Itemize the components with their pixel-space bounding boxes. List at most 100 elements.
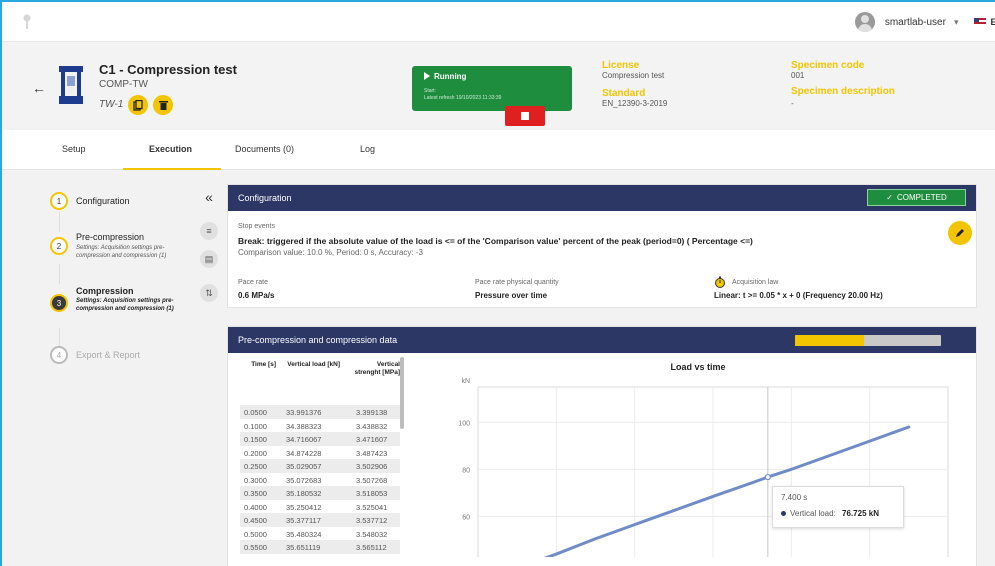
play-icon xyxy=(424,72,430,80)
test-code: COMP-TW xyxy=(99,79,148,90)
column-header-vertical-strength[interactable]: Vertical strenght [MPa] xyxy=(350,361,401,377)
tab-execution[interactable]: Execution xyxy=(149,144,192,154)
copy-button[interactable] xyxy=(128,95,148,115)
step-number: 2 xyxy=(50,237,68,255)
step-connector xyxy=(59,212,60,232)
specimen-code-value: 001 xyxy=(791,71,805,80)
sort-icon[interactable]: ⇅ xyxy=(200,284,218,302)
step-connector xyxy=(59,328,60,348)
chart-tooltip: 7.400 s Vertical load: 76.725 kN xyxy=(772,486,904,528)
stop-icon xyxy=(521,112,529,120)
standard-value: EN_12390-3-2019 xyxy=(602,99,668,108)
pace-qty-value: Pressure over time xyxy=(475,291,548,300)
license-label: License xyxy=(602,60,640,71)
trash-icon xyxy=(158,101,168,110)
cell-vertical-strength: 3.399138 xyxy=(356,408,388,417)
table-row[interactable]: 0.1500 34.716067 3.471607 xyxy=(240,432,400,446)
run-status: Running xyxy=(424,72,466,81)
tab-documents[interactable]: Documents (0) xyxy=(235,144,294,154)
pace-qty-label: Pace rate physical quantity xyxy=(475,279,559,286)
table-row[interactable]: 0.5000 35.480324 3.548032 xyxy=(240,527,400,541)
delete-button[interactable] xyxy=(153,95,173,115)
data-point xyxy=(673,509,675,512)
press-machine-thumbnail xyxy=(59,66,83,104)
cell-time: 0.1000 xyxy=(244,421,267,431)
back-arrow-icon[interactable]: ← xyxy=(32,80,46,96)
table-row[interactable]: 0.3000 35.072683 3.507268 xyxy=(240,473,400,487)
table-row[interactable]: 0.2500 35.029057 3.502906 xyxy=(240,459,400,473)
pace-rate-label: Pace rate xyxy=(238,279,268,286)
cell-vertical-strength: 3.502906 xyxy=(356,462,388,471)
cell-time: 0.4000 xyxy=(244,502,267,512)
data-point xyxy=(790,468,792,470)
panel-header: Configuration ✓ COMPLETED xyxy=(228,185,976,211)
edit-button[interactable] xyxy=(948,221,972,245)
table-row[interactable]: 0.0500 33.991376 3.399138 xyxy=(240,405,400,419)
table-row[interactable]: 0.1000 34.388323 3.438832 xyxy=(240,419,400,433)
cell-vertical-load: 35.480324 xyxy=(286,529,322,539)
data-point xyxy=(634,524,636,526)
language-selector[interactable]: EN xyxy=(974,17,995,27)
run-start: Start: xyxy=(424,88,436,94)
cell-vertical-strength: 3.548032 xyxy=(356,529,388,539)
cell-vertical-strength: 3.537712 xyxy=(356,516,388,525)
us-flag-icon xyxy=(974,18,987,26)
cell-time: 0.0500 xyxy=(244,408,267,417)
column-header-vertical-load[interactable]: Vertical load [kN] xyxy=(278,361,340,369)
y-tick-label: 60 xyxy=(462,514,470,521)
table-row[interactable]: 0.4500 35.377117 3.537712 xyxy=(240,513,400,527)
step-title: Compression xyxy=(76,286,134,296)
cell-vertical-load: 33.991376 xyxy=(286,408,322,417)
cell-vertical-strength: 3.471607 xyxy=(356,435,388,444)
test-subtitle: TW-1 xyxy=(99,99,124,110)
cell-vertical-strength: 3.518053 xyxy=(356,489,388,498)
status-badge: ✓ COMPLETED xyxy=(867,189,966,206)
user-menu[interactable]: smartlab-user ▾ EN xyxy=(854,10,995,34)
table-row[interactable]: 0.4000 35.250412 3.525041 xyxy=(240,500,400,514)
cell-vertical-load: 34.716067 xyxy=(286,435,322,444)
table-scrollbar[interactable] xyxy=(400,357,404,429)
data-point xyxy=(712,495,714,498)
data-point xyxy=(594,538,597,540)
cell-vertical-strength: 3.525041 xyxy=(356,502,388,512)
panel-title: Pre-compression and compression data xyxy=(238,335,398,345)
cell-vertical-load: 34.874228 xyxy=(286,448,322,458)
column-header-time[interactable]: Time [s] xyxy=(240,361,276,369)
step-subtitle: Settings: Acquisition settings pre-compr… xyxy=(76,245,167,259)
progress-fill xyxy=(795,335,864,346)
specimen-description-label: Specimen description xyxy=(791,86,895,97)
list-view-icon[interactable]: ≡ xyxy=(200,222,218,240)
step-title: Configuration xyxy=(76,196,130,206)
step-subtitle: Settings: Acquisition settings pre-compr… xyxy=(76,298,174,312)
collapse-icon[interactable]: « xyxy=(200,188,218,206)
table-body: 0.0500 33.991376 3.399138 0.1000 34.388323 3.… xyxy=(240,405,400,554)
cell-vertical-load: 34.388323 xyxy=(286,421,322,431)
language-code: EN xyxy=(990,17,995,27)
y-tick-label: 80 xyxy=(462,467,470,474)
cell-vertical-strength: 3.565112 xyxy=(356,543,387,552)
table-row[interactable]: 0.5500 35.651119 3.565112 xyxy=(240,540,400,554)
cell-time: 0.5000 xyxy=(244,529,267,539)
stop-button[interactable] xyxy=(505,106,545,126)
top-bar: smartlab-user ▾ EN xyxy=(2,2,995,42)
tab-log[interactable]: Log xyxy=(360,144,375,154)
step-title: Pre-compression xyxy=(76,232,145,242)
stop-events-params: Comparison value: 10.0 %, Period: 0 s, A… xyxy=(238,248,423,257)
avatar[interactable] xyxy=(854,12,875,32)
tooltip-time: 7.400 s xyxy=(781,493,808,502)
cell-time: 0.5500 xyxy=(244,543,267,552)
table-row[interactable]: 0.3500 35.180532 3.518053 xyxy=(240,486,400,500)
step-title: Export & Report xyxy=(76,350,141,360)
stopwatch-icon xyxy=(715,276,725,288)
table-row[interactable]: 0.2000 34.874228 3.487423 xyxy=(240,446,400,460)
chevron-down-icon[interactable]: ▾ xyxy=(954,17,959,28)
table-view-icon[interactable]: ▤ xyxy=(200,250,218,268)
tab-setup[interactable]: Setup xyxy=(62,144,86,154)
step-number: 4 xyxy=(50,346,68,364)
cell-vertical-load: 35.377117 xyxy=(286,516,321,525)
y-tick-label: 100 xyxy=(458,420,470,427)
cell-time: 0.2000 xyxy=(244,448,267,458)
username[interactable]: smartlab-user xyxy=(885,17,946,28)
cell-time: 0.1500 xyxy=(244,435,267,444)
cell-vertical-strength: 3.487423 xyxy=(356,448,388,458)
